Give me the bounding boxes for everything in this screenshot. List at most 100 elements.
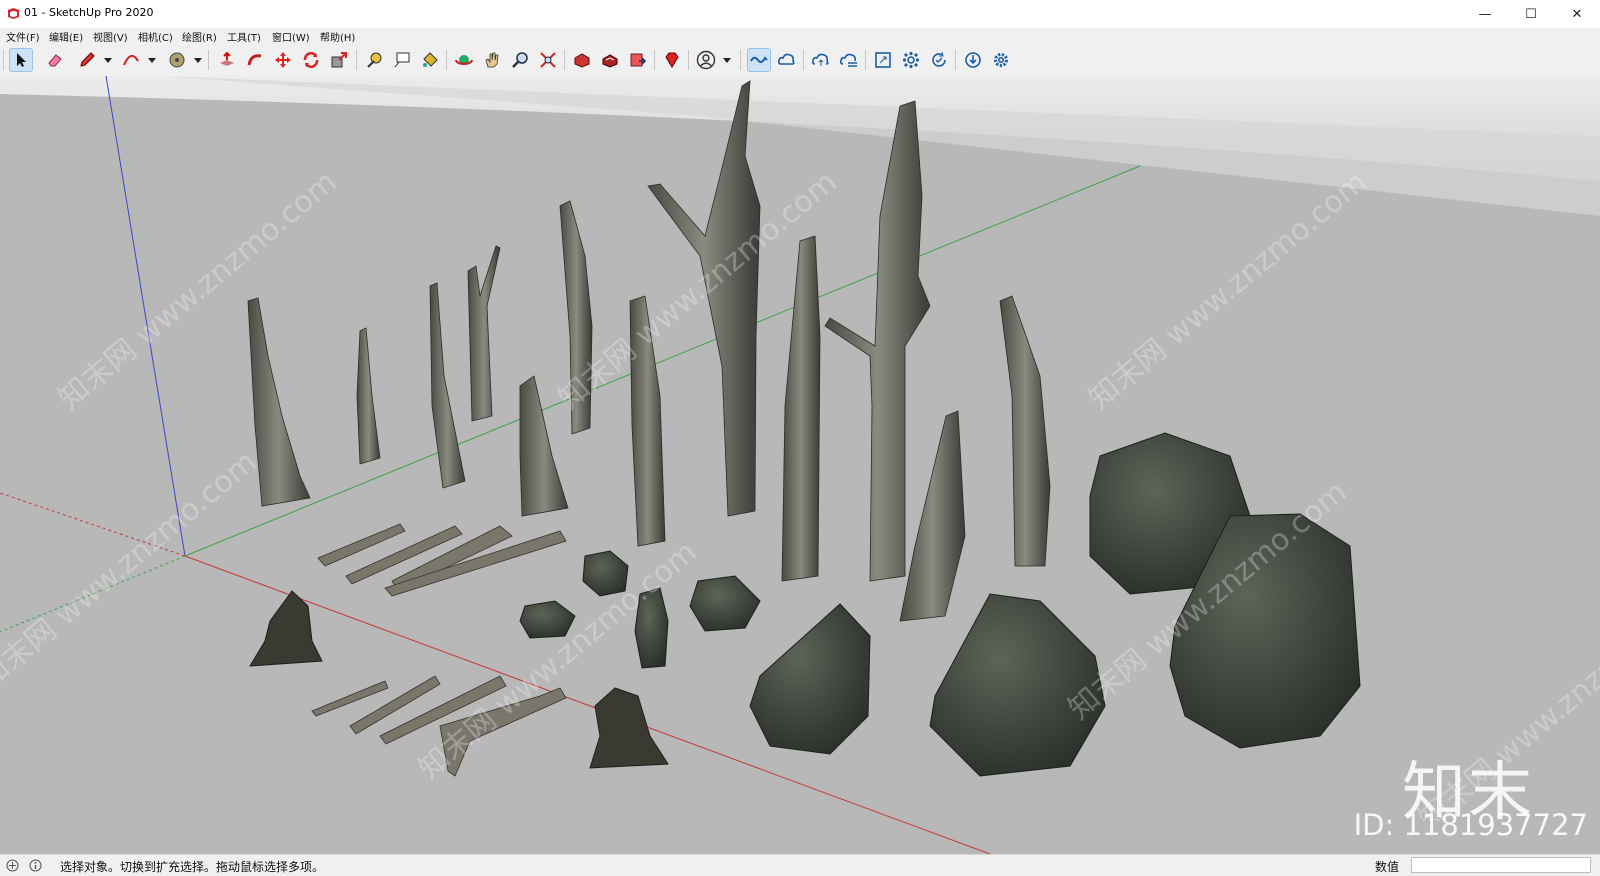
text-label-icon [394, 52, 410, 68]
follow-me-icon [247, 54, 262, 66]
geolocation-icon[interactable] [6, 859, 19, 872]
ruby-console-button[interactable] [660, 48, 684, 72]
layout-send-icon [630, 53, 647, 67]
3d-warehouse-button[interactable] [570, 48, 594, 72]
eraser-icon [48, 54, 62, 67]
measurements-input[interactable] [1411, 857, 1591, 873]
move-arrows-icon [275, 52, 291, 68]
pencil-icon [80, 52, 95, 67]
tape-measure-tool-button[interactable] [362, 48, 386, 72]
styles-tool-button[interactable] [747, 48, 771, 72]
push-pull-icon [220, 51, 234, 66]
toolbar-separator [446, 50, 447, 70]
scale-icon [331, 52, 347, 68]
paint-bucket-icon [423, 52, 438, 67]
ruby-gem-icon [665, 52, 679, 68]
scale-tool-button[interactable] [327, 48, 351, 72]
pan-tool-button[interactable] [480, 48, 504, 72]
rotate-icon [303, 52, 319, 68]
refresh-check-button[interactable] [927, 48, 951, 72]
paint-bucket-tool-button[interactable] [418, 48, 442, 72]
toolbar-separator [955, 50, 956, 70]
cloud-upload-icon [811, 53, 829, 66]
close-button[interactable]: ✕ [1554, 0, 1600, 28]
measurements-label: 数值 [1375, 860, 1400, 874]
menu-file[interactable]: 文件(F) [6, 29, 40, 44]
toolbar-separator [654, 50, 655, 70]
maximize-icon: ☐ [1525, 6, 1537, 22]
minimize-icon: — [1478, 6, 1492, 22]
menu-bar: 文件(F) 编辑(E) 视图(V) 相机(C) 绘图(R) 工具(T) 窗口(W… [0, 28, 1600, 44]
refresh-check-icon [932, 51, 946, 67]
extension-icon [602, 54, 618, 68]
orbit-tool-button[interactable] [452, 48, 476, 72]
menu-camera[interactable]: 相机(C) [138, 29, 173, 44]
tape-measure-icon [367, 52, 382, 68]
cloud-upload-button[interactable] [809, 48, 833, 72]
pencil-dropdown-icon[interactable] [104, 58, 112, 63]
shape-tool-button[interactable] [165, 48, 189, 72]
info-icon[interactable] [29, 859, 42, 872]
settings-button[interactable] [989, 48, 1013, 72]
cloud-list-icon [839, 53, 857, 67]
magnifier-icon [512, 52, 528, 68]
warehouse-icon [574, 53, 590, 68]
window-title: 01 - SketchUp Pro 2020 [24, 6, 154, 19]
frame-expand-icon [875, 52, 891, 68]
title-bar: 01 - SketchUp Pro 2020 — ☐ ✕ [0, 0, 1600, 29]
toolbar-separator [803, 50, 804, 70]
push-pull-tool-button[interactable] [215, 48, 239, 72]
close-icon: ✕ [1571, 6, 1583, 22]
send-to-layout-button[interactable] [626, 48, 650, 72]
menu-view[interactable]: 视图(V) [93, 29, 128, 44]
menu-edit[interactable]: 编辑(E) [49, 29, 83, 44]
eraser-tool-button[interactable] [43, 48, 67, 72]
menu-help[interactable]: 帮助(H) [320, 29, 355, 44]
menu-tools[interactable]: 工具(T) [227, 29, 261, 44]
orbit-icon [455, 55, 473, 65]
minimize-button[interactable]: — [1462, 0, 1508, 28]
cloud-link-icon [777, 53, 795, 65]
move-tool-button[interactable] [271, 48, 295, 72]
download-circle-icon [965, 52, 981, 68]
select-tool-button[interactable] [9, 48, 33, 72]
follow-me-tool-button[interactable] [243, 48, 267, 72]
sandbox-wave-icon [750, 56, 768, 64]
pencil-tool-button[interactable] [75, 48, 99, 72]
zoom-extents-tool-button[interactable] [536, 48, 560, 72]
component-gear-icon [902, 51, 920, 69]
watermark-id: ID: 1181937727 [1353, 808, 1588, 842]
toolbar-grip [3, 50, 4, 70]
arc-tool-button[interactable] [119, 48, 143, 72]
zoom-extents-icon [540, 52, 556, 68]
sketchup-logo-icon [8, 8, 19, 19]
toolbar-separator [356, 50, 357, 70]
status-bar: 选择对象。切换到扩充选择。拖动鼠标选择多项。 数值 [0, 854, 1600, 876]
maximize-button[interactable]: ☐ [1508, 0, 1554, 28]
section-plane-button[interactable] [871, 48, 895, 72]
arc-icon [123, 54, 139, 66]
account-button[interactable] [694, 48, 718, 72]
download-button[interactable] [961, 48, 985, 72]
shape-dropdown-icon[interactable] [194, 58, 202, 63]
text-tool-button[interactable] [390, 48, 414, 72]
cloud-manage-button[interactable] [837, 48, 861, 72]
extension-warehouse-button[interactable] [598, 48, 622, 72]
modeling-viewport[interactable]: 知末网 www.znzmo.com 知末网 www.znzmo.com 知末网 … [0, 76, 1600, 854]
toolbar-separator [688, 50, 689, 70]
cloud-sync-button[interactable] [775, 48, 799, 72]
rotate-tool-button[interactable] [299, 48, 323, 72]
zoom-tool-button[interactable] [508, 48, 532, 72]
toolbar-separator [208, 50, 209, 70]
user-account-icon [696, 50, 716, 70]
arrow-cursor-icon [17, 53, 26, 67]
menu-window[interactable]: 窗口(W) [272, 29, 310, 44]
arc-dropdown-icon[interactable] [148, 58, 156, 63]
menu-draw[interactable]: 绘图(R) [182, 29, 217, 44]
hand-icon [485, 52, 499, 68]
account-dropdown-icon[interactable] [723, 58, 731, 63]
toolbar-separator [865, 50, 866, 70]
components-button[interactable] [899, 48, 923, 72]
toolbar-separator [740, 50, 741, 70]
toolbar-separator [564, 50, 565, 70]
